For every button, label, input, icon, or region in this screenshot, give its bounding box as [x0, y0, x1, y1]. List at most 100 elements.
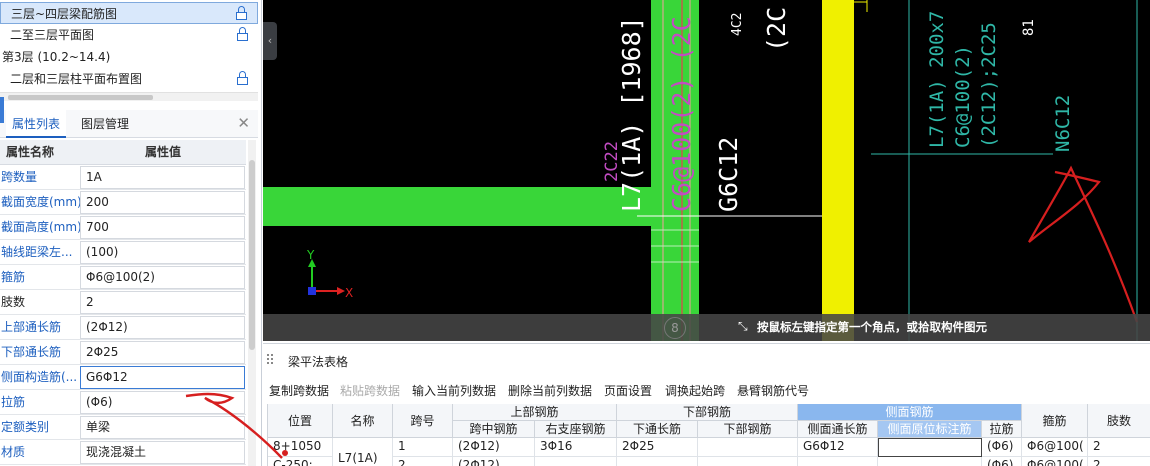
group-header-top-rebar: 上部钢筋: [453, 404, 617, 421]
tree-item-drawing-1[interactable]: 三层~四层梁配筋图: [0, 2, 258, 24]
column-header: 位置: [268, 404, 333, 438]
green-beam-horizontal[interactable]: [263, 187, 657, 226]
property-value-field[interactable]: 2: [80, 291, 245, 314]
table-cell[interactable]: (Φ6): [982, 457, 1022, 466]
table-cell[interactable]: 1: [393, 438, 453, 457]
table-cell[interactable]: 2: [1088, 457, 1150, 466]
table-cell[interactable]: [878, 457, 982, 466]
group-header-bottom-rebar: 下部钢筋: [617, 404, 798, 421]
scrollbar-thumb[interactable]: [8, 95, 153, 100]
property-row[interactable]: 定额类别 单梁: [0, 415, 246, 440]
tree-horizontal-scrollbar[interactable]: [0, 92, 258, 101]
table-cell[interactable]: [698, 438, 798, 457]
beam-top-label[interactable]: 4C2: [730, 13, 745, 36]
table-cell[interactable]: 2: [1088, 438, 1150, 457]
table-cell[interactable]: [617, 457, 698, 466]
property-row[interactable]: 下部通长筋 2Φ25: [0, 340, 246, 365]
table-cell[interactable]: [535, 457, 617, 466]
property-value-field[interactable]: (2Φ12): [80, 316, 245, 339]
input-column-button[interactable]: 输入当前列数据: [412, 380, 496, 402]
property-name: 截面宽度(mm): [1, 195, 80, 209]
property-table-header: 属性名称 属性值: [0, 140, 246, 165]
property-value-field[interactable]: 单梁: [80, 416, 245, 439]
lock-icon[interactable]: [236, 6, 247, 20]
table-cell[interactable]: G6Φ12: [798, 438, 878, 457]
cad-canvas[interactable]: Y X L7(1A) [1968] , 2C22 C6@100(2) (2C G…: [263, 0, 1150, 341]
beam-g6c12-label[interactable]: G6C12: [714, 137, 743, 212]
tree-item-label: 二至三层平面图: [10, 28, 95, 42]
cantilever-code-button[interactable]: 悬臂钢筋代号: [737, 380, 809, 402]
collapse-panel-button[interactable]: ‹: [263, 22, 277, 60]
right-stirrup-label[interactable]: C6@100(2): [952, 45, 974, 148]
paste-span-button[interactable]: 粘贴跨数据: [340, 380, 400, 402]
beam-stirrup-label[interactable]: C6@100(2) (2C: [667, 16, 696, 212]
scrollbar-thumb[interactable]: [249, 160, 255, 350]
beam-flat-table: 上部钢筋 下部钢筋 侧面钢筋 位置 名称 跨号 箍筋 肢数 跨中钢筋 右支座钢筋 下通长筋 下部钢筋侧…: [267, 404, 1150, 466]
delete-column-button[interactable]: 删除当前列数据: [508, 380, 592, 402]
table-cell[interactable]: 2: [393, 457, 453, 466]
property-row[interactable]: 肢数 2: [0, 290, 246, 315]
table-cell[interactable]: Φ6@100(: [1022, 457, 1088, 466]
yellow-column[interactable]: [822, 0, 854, 341]
tree-item-drawing-3[interactable]: 二层和三层柱平面布置图: [0, 68, 258, 90]
property-value-field[interactable]: 2Φ25: [80, 341, 245, 364]
lock-icon[interactable]: [237, 71, 248, 85]
drag-grip-icon[interactable]: [267, 354, 275, 366]
row-selection-indicator: [0, 97, 4, 123]
right-81-label[interactable]: 81: [1021, 19, 1037, 36]
property-row[interactable]: 截面宽度(mm) 200: [0, 190, 246, 215]
column-header: 侧面通长筋: [798, 421, 878, 438]
property-value-field[interactable]: 200: [80, 191, 245, 214]
axis-origin-icon: [308, 287, 316, 295]
close-icon[interactable]: ✕: [237, 114, 250, 132]
property-row[interactable]: 跨数量 1A: [0, 165, 246, 190]
property-row[interactable]: 轴线距梁左... (100): [0, 240, 246, 265]
property-row[interactable]: 截面高度(mm) 700: [0, 215, 246, 240]
property-value-field[interactable]: 700: [80, 216, 245, 239]
column-header: 右支座钢筋: [535, 421, 617, 438]
property-value-field[interactable]: (Φ6): [80, 391, 245, 414]
table-cell[interactable]: 2Φ25: [617, 438, 698, 457]
right-rebar-label[interactable]: (2C12);2C25: [978, 22, 1000, 148]
table-cell[interactable]: (Φ6): [982, 438, 1022, 457]
header-property-name: 属性名称: [6, 145, 55, 159]
property-row[interactable]: 侧面构造筋(... G6Φ12: [0, 365, 246, 390]
property-row[interactable]: 箍筋 Φ6@100(2): [0, 265, 246, 290]
property-value-field[interactable]: 现浇混凝土: [80, 441, 245, 464]
lock-icon[interactable]: [237, 27, 248, 41]
property-value-field[interactable]: 1A: [80, 166, 245, 189]
property-name: 材质: [1, 445, 26, 459]
property-row[interactable]: 材质 现浇混凝土: [0, 440, 246, 465]
right-n6c12-label[interactable]: N6C12: [1052, 95, 1074, 152]
beam-2c22-label[interactable]: 2C22: [602, 141, 622, 182]
table-cell[interactable]: [798, 457, 878, 466]
tree-item-floor-3[interactable]: 第3层 (10.2~14.4): [0, 46, 258, 68]
tree-item-drawing-2[interactable]: 二至三层平面图: [0, 24, 258, 46]
table-cell[interactable]: C-250;: [268, 457, 333, 466]
right-beam-label[interactable]: L7(1A) 200x7: [926, 11, 948, 148]
column-header: 跨号: [393, 404, 453, 438]
copy-span-button[interactable]: 复制跨数据: [269, 380, 329, 402]
property-row[interactable]: 拉筋 (Φ6): [0, 390, 246, 415]
property-vertical-scrollbar[interactable]: [248, 140, 256, 466]
table-cell[interactable]: [698, 457, 798, 466]
table-cell[interactable]: (2Φ12): [453, 438, 535, 457]
tree-item-label: 三层~四层梁配筋图: [11, 7, 118, 21]
page-setup-button[interactable]: 页面设置: [604, 380, 652, 402]
property-value-field[interactable]: Φ6@100(2): [80, 266, 245, 289]
swap-start-span-button[interactable]: 调换起始跨: [665, 380, 725, 402]
table-cell[interactable]: Φ6@100(: [1022, 438, 1088, 457]
drawing-svg[interactable]: Y X L7(1A) [1968] , 2C22 C6@100(2) (2C G…: [263, 0, 1150, 341]
property-name: 定额类别: [1, 420, 50, 434]
property-value-field[interactable]: G6Φ12: [80, 366, 245, 389]
table-cell[interactable]: (2Φ12): [453, 457, 535, 466]
table-cell[interactable]: [878, 438, 982, 457]
tab-property-list[interactable]: 属性列表: [6, 110, 67, 138]
table-cell[interactable]: 3Φ16: [535, 438, 617, 457]
property-row[interactable]: 上部通长筋 (2Φ12): [0, 315, 246, 340]
property-value-field[interactable]: (100): [80, 241, 245, 264]
table-cell[interactable]: 8+1050: [268, 438, 333, 457]
beam-paren-label[interactable]: (2C: [762, 7, 791, 52]
table-cell[interactable]: L7(1A): [333, 438, 393, 466]
tab-layer-management[interactable]: 图层管理: [75, 110, 135, 138]
